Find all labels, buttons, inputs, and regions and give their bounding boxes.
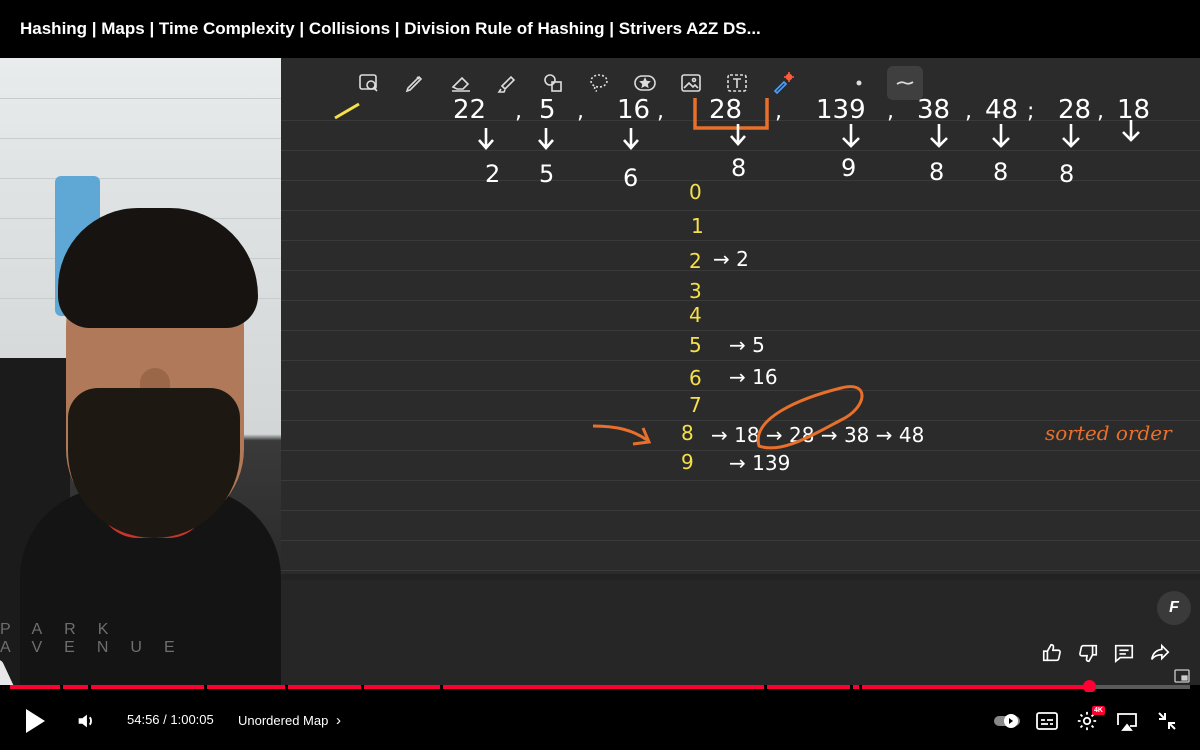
bucket-entry-6: → 16 bbox=[729, 365, 778, 389]
autoplay-toggle-icon bbox=[994, 714, 1020, 728]
channel-logo-button[interactable]: F bbox=[1157, 591, 1191, 625]
volume-icon bbox=[78, 714, 92, 728]
exit-fullscreen-icon bbox=[1158, 712, 1176, 730]
cast-icon bbox=[1117, 713, 1137, 731]
cast-button[interactable] bbox=[1114, 708, 1140, 734]
input-value-8: 28 bbox=[1058, 95, 1091, 125]
svg-text:,: , bbox=[965, 99, 972, 124]
exit-fullscreen-button[interactable] bbox=[1154, 708, 1180, 734]
highlighter-mark bbox=[334, 102, 360, 120]
bucket-entry-2: → 2 bbox=[713, 247, 749, 271]
down-arrows bbox=[478, 120, 1140, 150]
svg-text:,: , bbox=[515, 99, 522, 124]
bucket-index-4: 4 bbox=[689, 303, 702, 327]
svg-text:,: , bbox=[1097, 99, 1104, 124]
video-title-bar: Hashing | Maps | Time Complexity | Colli… bbox=[0, 0, 1200, 58]
whiteboard: 22 5 16 28 139 38 48 28 18 ,,, ,,, ;, 2 … bbox=[281, 58, 1200, 685]
engagement-bar bbox=[1034, 636, 1178, 670]
bucket-index-1: 1 bbox=[691, 214, 704, 238]
thumbs-down-icon bbox=[1079, 644, 1098, 663]
sorted-order-annotation: sorted order bbox=[1045, 421, 1173, 445]
subtitles-button[interactable] bbox=[1034, 708, 1060, 734]
bucket-index-2: 2 bbox=[689, 249, 702, 273]
svg-text:,: , bbox=[775, 99, 782, 124]
volume-button[interactable] bbox=[72, 708, 100, 734]
mod-value-5: 9 bbox=[841, 154, 856, 182]
bucket-entry-8: → 18 → 28 → 38 → 48 bbox=[711, 423, 924, 447]
quality-badge: 4K bbox=[1092, 706, 1105, 715]
mod-value-6: 8 bbox=[929, 158, 944, 186]
hoodie-brand-text: PARK AVENUE bbox=[0, 621, 197, 656]
dislike-button[interactable] bbox=[1070, 638, 1106, 668]
mod-value-3: 6 bbox=[623, 164, 638, 192]
mod-value-4: 8 bbox=[731, 154, 746, 182]
bucket-index-6: 6 bbox=[689, 366, 702, 390]
input-value-9: 18 bbox=[1117, 95, 1150, 125]
chapter-title: Unordered Map bbox=[238, 713, 329, 728]
miniplayer-icon[interactable] bbox=[1174, 668, 1190, 684]
svg-text:,: , bbox=[657, 99, 664, 124]
share-icon bbox=[1150, 643, 1170, 661]
chevron-right-icon: › bbox=[335, 712, 341, 729]
bucket-entry-5: → 5 bbox=[729, 333, 765, 357]
play-icon bbox=[26, 709, 45, 733]
svg-text:,: , bbox=[577, 99, 584, 124]
input-value-3: 16 bbox=[617, 95, 650, 125]
bucket-entry-9: → 139 bbox=[729, 451, 790, 475]
mod-value-1: 2 bbox=[485, 160, 500, 188]
bucket-index-3: 3 bbox=[689, 279, 702, 303]
channel-logo-text: F bbox=[1169, 599, 1179, 616]
mod-value-7: 8 bbox=[993, 158, 1008, 186]
handwritten-notes: 22 5 16 28 139 38 48 28 18 ,,, ,,, ;, 2 … bbox=[334, 95, 1173, 475]
autoplay-toggle[interactable] bbox=[992, 708, 1022, 734]
bucket-index-5: 5 bbox=[689, 333, 702, 357]
input-value-7: 48 bbox=[985, 95, 1018, 125]
time-display: 54:56 / 1:00:05 bbox=[127, 712, 214, 727]
input-value-1: 22 bbox=[453, 95, 486, 125]
progress-played bbox=[10, 685, 1089, 689]
progress-bar[interactable] bbox=[10, 680, 1190, 693]
play-button[interactable] bbox=[20, 706, 50, 736]
presenter-hair bbox=[58, 208, 258, 328]
like-button[interactable] bbox=[1034, 638, 1070, 668]
svg-text:;: ; bbox=[1027, 99, 1034, 124]
bucket-index-7: 7 bbox=[689, 393, 702, 417]
bucket-index-0: 0 bbox=[689, 180, 702, 204]
input-value-4: 28 bbox=[709, 95, 742, 125]
webcam-feed: PARK AVENUE bbox=[0, 58, 281, 685]
bucket-index-8: 8 bbox=[681, 421, 694, 445]
comment-icon bbox=[1114, 644, 1134, 663]
input-value-6: 38 bbox=[917, 95, 950, 125]
mod-value-2: 5 bbox=[539, 160, 554, 188]
video-title[interactable]: Hashing | Maps | Time Complexity | Colli… bbox=[20, 19, 761, 39]
input-value-2: 5 bbox=[539, 95, 556, 125]
player-controls: 54:56 / 1:00:05 Unordered Map › 4K bbox=[0, 692, 1200, 750]
input-value-5: 139 bbox=[816, 95, 866, 125]
svg-text:,: , bbox=[887, 99, 894, 124]
bucket-index-9: 9 bbox=[681, 450, 694, 474]
comments-button[interactable] bbox=[1106, 638, 1142, 668]
subtitles-icon bbox=[1036, 712, 1058, 730]
orange-pointer-arrow bbox=[592, 424, 652, 446]
chapter-button[interactable]: Unordered Map › bbox=[238, 712, 341, 729]
thumbs-up-icon bbox=[1042, 643, 1061, 662]
share-button[interactable] bbox=[1142, 638, 1178, 668]
mod-value-8: 8 bbox=[1059, 160, 1074, 188]
